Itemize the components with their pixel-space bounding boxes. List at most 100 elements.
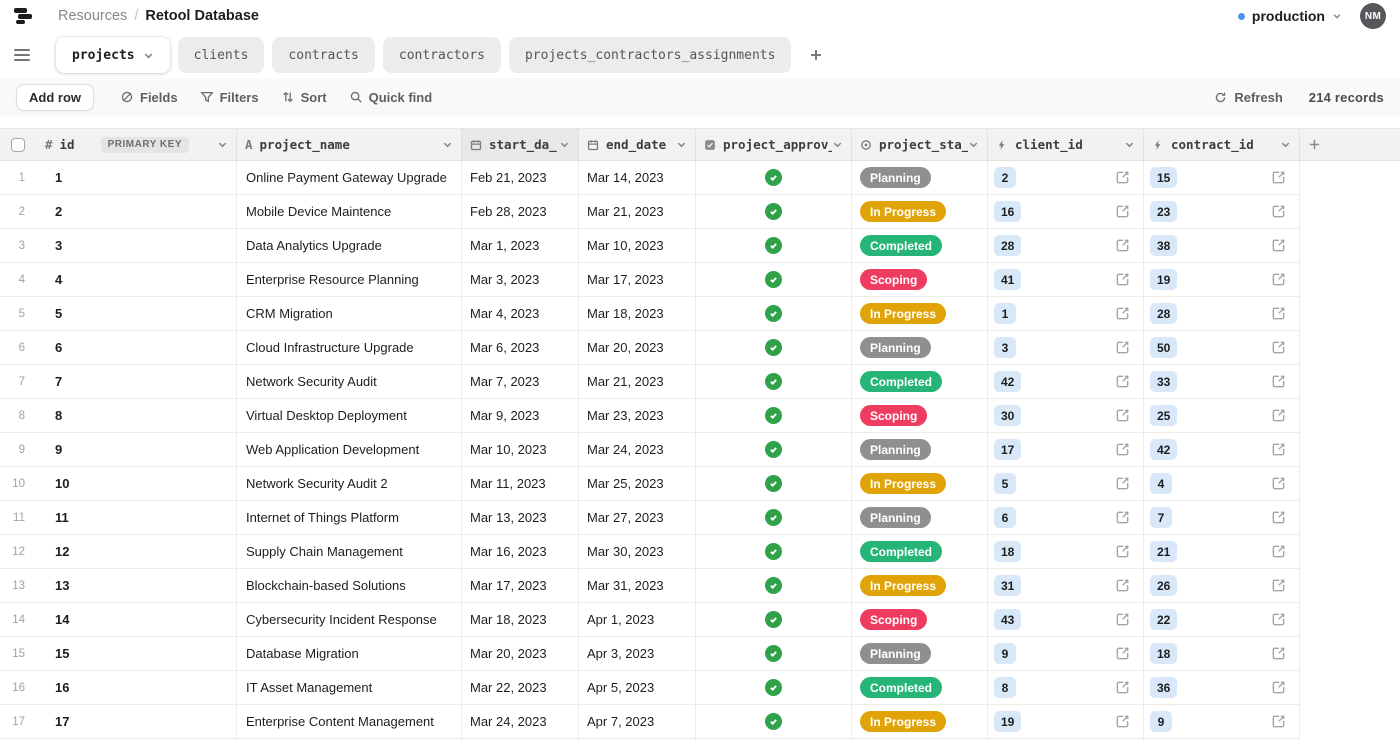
- external-link-icon[interactable]: [1115, 544, 1130, 559]
- id-cell[interactable]: 1 1: [0, 161, 237, 194]
- table-row[interactable]: 7 7 Network Security Audit Mar 7, 2023 M…: [0, 365, 1300, 399]
- contract-id-chip[interactable]: 19: [1150, 269, 1177, 290]
- project-name-cell[interactable]: Enterprise Resource Planning: [237, 263, 462, 296]
- id-cell[interactable]: 7 7: [0, 365, 237, 398]
- client-id-chip[interactable]: 16: [994, 201, 1021, 222]
- start-date-cell[interactable]: Mar 6, 2023: [462, 331, 579, 364]
- external-link-icon[interactable]: [1271, 408, 1286, 423]
- refresh-button[interactable]: Refresh: [1214, 90, 1282, 105]
- table-row[interactable]: 3 3 Data Analytics Upgrade Mar 1, 2023 M…: [0, 229, 1300, 263]
- column-header-end-date[interactable]: end_date: [579, 129, 696, 160]
- select-all-checkbox[interactable]: [11, 138, 25, 152]
- start-date-cell[interactable]: Mar 18, 2023: [462, 603, 579, 636]
- client-id-cell[interactable]: 6: [988, 501, 1144, 534]
- project-status-cell[interactable]: Scoping: [852, 263, 988, 296]
- contract-id-cell[interactable]: 18: [1144, 637, 1300, 670]
- column-header-project-status[interactable]: project_sta_: [852, 129, 988, 160]
- table-row[interactable]: 16 16 IT Asset Management Mar 22, 2023 A…: [0, 671, 1300, 705]
- id-cell[interactable]: 17 17: [0, 705, 237, 738]
- project-status-cell[interactable]: Completed: [852, 671, 988, 704]
- project-approval-cell[interactable]: [696, 501, 852, 534]
- project-approval-cell[interactable]: [696, 297, 852, 330]
- end-date-cell[interactable]: Apr 1, 2023: [579, 603, 696, 636]
- client-id-cell[interactable]: 19: [988, 705, 1144, 738]
- external-link-icon[interactable]: [1115, 680, 1130, 695]
- project-name-cell[interactable]: Cybersecurity Incident Response: [237, 603, 462, 636]
- external-link-icon[interactable]: [1271, 544, 1286, 559]
- start-date-cell[interactable]: Mar 17, 2023: [462, 569, 579, 602]
- external-link-icon[interactable]: [1115, 374, 1130, 389]
- project-status-cell[interactable]: Planning: [852, 331, 988, 364]
- table-row[interactable]: 17 17 Enterprise Content Management Mar …: [0, 705, 1300, 739]
- add-table-button[interactable]: [799, 38, 833, 72]
- table-row[interactable]: 13 13 Blockchain-based Solutions Mar 17,…: [0, 569, 1300, 603]
- contract-id-cell[interactable]: 42: [1144, 433, 1300, 466]
- project-approval-cell[interactable]: [696, 399, 852, 432]
- external-link-icon[interactable]: [1271, 476, 1286, 491]
- id-cell[interactable]: 4 4: [0, 263, 237, 296]
- project-status-cell[interactable]: In Progress: [852, 467, 988, 500]
- breadcrumb-resources[interactable]: Resources: [58, 8, 127, 24]
- start-date-cell[interactable]: Mar 24, 2023: [462, 705, 579, 738]
- start-date-cell[interactable]: Mar 20, 2023: [462, 637, 579, 670]
- contract-id-cell[interactable]: 23: [1144, 195, 1300, 228]
- contract-id-cell[interactable]: 26: [1144, 569, 1300, 602]
- tab-clients[interactable]: clients: [178, 37, 265, 73]
- client-id-cell[interactable]: 8: [988, 671, 1144, 704]
- external-link-icon[interactable]: [1271, 510, 1286, 525]
- id-cell[interactable]: 8 8: [0, 399, 237, 432]
- end-date-cell[interactable]: Mar 31, 2023: [579, 569, 696, 602]
- project-approval-cell[interactable]: [696, 671, 852, 704]
- contract-id-chip[interactable]: 7: [1150, 507, 1172, 528]
- id-cell[interactable]: 2 2: [0, 195, 237, 228]
- project-approval-cell[interactable]: [696, 195, 852, 228]
- project-status-cell[interactable]: Completed: [852, 365, 988, 398]
- avatar[interactable]: NM: [1360, 3, 1386, 29]
- external-link-icon[interactable]: [1115, 306, 1130, 321]
- start-date-cell[interactable]: Mar 16, 2023: [462, 535, 579, 568]
- project-approval-cell[interactable]: [696, 433, 852, 466]
- client-id-chip[interactable]: 19: [994, 711, 1021, 732]
- id-cell[interactable]: 6 6: [0, 331, 237, 364]
- external-link-icon[interactable]: [1271, 714, 1286, 729]
- project-approval-cell[interactable]: [696, 365, 852, 398]
- client-id-chip[interactable]: 8: [994, 677, 1016, 698]
- project-name-cell[interactable]: Mobile Device Maintence: [237, 195, 462, 228]
- project-approval-cell[interactable]: [696, 569, 852, 602]
- contract-id-chip[interactable]: 50: [1150, 337, 1177, 358]
- id-cell[interactable]: 5 5: [0, 297, 237, 330]
- column-header-project-approval[interactable]: project_approv_: [696, 129, 852, 160]
- start-date-cell[interactable]: Mar 10, 2023: [462, 433, 579, 466]
- contract-id-chip[interactable]: 15: [1150, 167, 1177, 188]
- end-date-cell[interactable]: Mar 10, 2023: [579, 229, 696, 262]
- project-name-cell[interactable]: Web Application Development: [237, 433, 462, 466]
- project-approval-cell[interactable]: [696, 603, 852, 636]
- client-id-chip[interactable]: 2: [994, 167, 1016, 188]
- contract-id-chip[interactable]: 22: [1150, 609, 1177, 630]
- start-date-cell[interactable]: Mar 9, 2023: [462, 399, 579, 432]
- contract-id-cell[interactable]: 7: [1144, 501, 1300, 534]
- id-cell[interactable]: 13 13: [0, 569, 237, 602]
- table-row[interactable]: 15 15 Database Migration Mar 20, 2023 Ap…: [0, 637, 1300, 671]
- menu-icon[interactable]: [14, 44, 36, 66]
- client-id-chip[interactable]: 30: [994, 405, 1021, 426]
- client-id-chip[interactable]: 31: [994, 575, 1021, 596]
- external-link-icon[interactable]: [1115, 578, 1130, 593]
- contract-id-cell[interactable]: 21: [1144, 535, 1300, 568]
- project-name-cell[interactable]: Blockchain-based Solutions: [237, 569, 462, 602]
- end-date-cell[interactable]: Mar 21, 2023: [579, 365, 696, 398]
- column-header-client-id[interactable]: client_id: [988, 129, 1144, 160]
- external-link-icon[interactable]: [1115, 340, 1130, 355]
- project-approval-cell[interactable]: [696, 467, 852, 500]
- client-id-cell[interactable]: 9: [988, 637, 1144, 670]
- contract-id-cell[interactable]: 28: [1144, 297, 1300, 330]
- project-status-cell[interactable]: In Progress: [852, 195, 988, 228]
- contract-id-cell[interactable]: 22: [1144, 603, 1300, 636]
- table-row[interactable]: 1 1 Online Payment Gateway Upgrade Feb 2…: [0, 161, 1300, 195]
- project-name-cell[interactable]: Network Security Audit 2: [237, 467, 462, 500]
- environment-selector[interactable]: production: [1238, 8, 1342, 24]
- contract-id-chip[interactable]: 36: [1150, 677, 1177, 698]
- contract-id-cell[interactable]: 4: [1144, 467, 1300, 500]
- client-id-cell[interactable]: 42: [988, 365, 1144, 398]
- external-link-icon[interactable]: [1115, 272, 1130, 287]
